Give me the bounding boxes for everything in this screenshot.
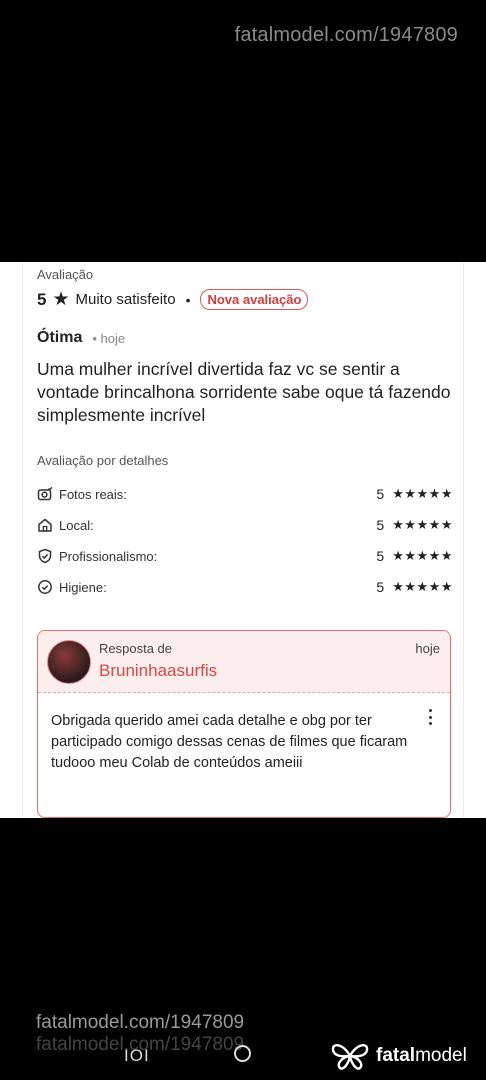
brand-name: fatalmodel [376,1045,467,1067]
details-heading: Avaliação por detalhes [37,453,169,468]
new-review-badge: Nova avaliação [200,289,309,310]
brand-suffix: model [415,1045,467,1066]
reply-from-label: Resposta de [99,641,172,656]
detail-row-higiene: Higiene: 5 ★★★★★ [37,577,453,597]
more-options-icon[interactable] [424,707,436,727]
review-title: Ótima [37,329,83,346]
home-icon [37,517,53,533]
review-time-text: hoje [100,330,126,346]
watermark-top: fatalmodel.com/1947809 [234,24,458,46]
rating-score: 5 [37,289,47,309]
butterfly-logo-icon [331,1044,369,1070]
detail-row-profissionalismo: Profissionalismo: 5 ★★★★★ [37,546,453,566]
detail-label: Fotos reais: [59,486,127,502]
brand-prefix: fatal [376,1045,416,1066]
check-circle-icon [37,579,53,595]
rating-text: Muito satisfeito [75,291,176,308]
section-label: Avaliação [37,267,94,282]
detail-stars: ★★★★★ [392,579,453,594]
reply-text: Obrigada querido amei cada detalhe e obg… [51,713,408,771]
detail-label: Profissionalismo: [59,548,158,564]
reply-box: Resposta de Bruninhaasurfis hoje Obrigad… [37,630,451,818]
detail-value: 5 [376,517,385,533]
review-time: • hoje [92,330,126,346]
detail-row-fotos: Fotos reais: 5 ★★★★★ [37,484,453,504]
camera-check-icon [37,486,53,502]
rating-row: 5 ★ Muito satisfeito • Nova avaliação [37,289,309,310]
review-body: Uma mulher incrível divertida faz vc se … [37,359,451,425]
review-card-inner: Avaliação 5 ★ Muito satisfeito • Nova av… [22,262,464,818]
reply-author-link[interactable]: Bruninhaasurfis [99,661,217,681]
system-navbar: IOI fatalmodel [0,1028,486,1080]
recent-apps-button[interactable]: IOI [124,1046,150,1066]
home-button[interactable] [234,1045,251,1062]
brand-logo: fatalmodel [330,1042,467,1070]
detail-stars: ★★★★★ [392,517,453,532]
detail-value: 5 [376,486,385,502]
reply-header: Resposta de Bruninhaasurfis hoje [38,631,450,693]
review-title-row: Ótima • hoje [37,329,125,347]
separator-dot: • [185,291,191,308]
detail-label: Higiene: [59,579,107,595]
detail-stars: ★★★★★ [392,548,453,563]
detail-value: 5 [376,579,385,595]
detail-label: Local: [59,517,94,533]
detail-stars: ★★★★★ [392,486,453,501]
reply-time: hoje [415,641,440,656]
review-card: Avaliação 5 ★ Muito satisfeito • Nova av… [0,262,486,818]
detail-value: 5 [376,548,385,564]
shield-check-icon [37,548,53,564]
star-icon: ★ [52,289,70,310]
detail-row-local: Local: 5 ★★★★★ [37,515,453,535]
avatar[interactable] [47,640,91,684]
